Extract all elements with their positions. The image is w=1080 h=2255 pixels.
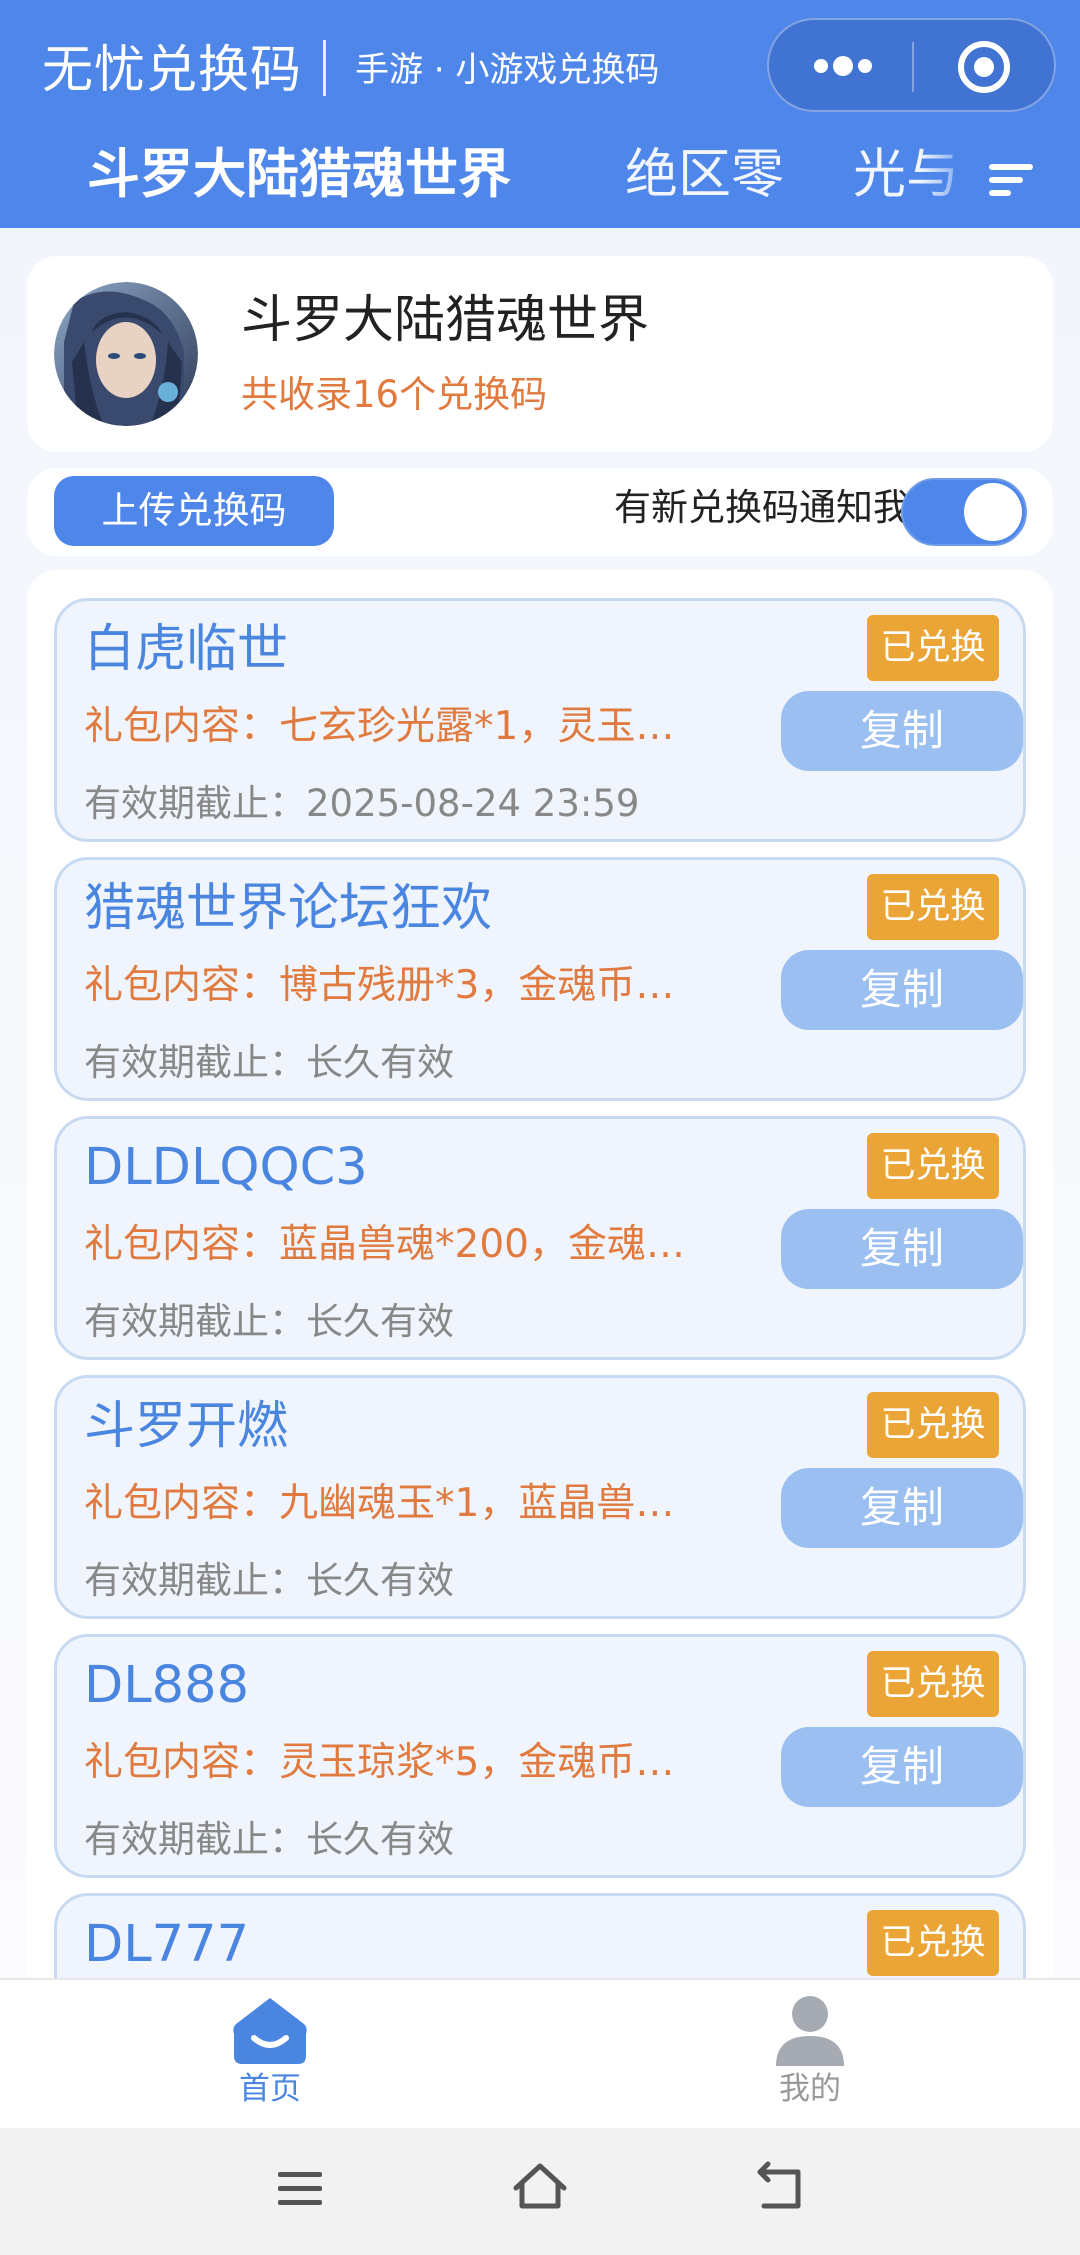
app-subtitle: 手游 · 小游戏兑换码: [355, 50, 660, 90]
menu-icon[interactable]: [270, 2158, 330, 2218]
code-name: 猎魂世界论坛狂欢: [84, 879, 493, 938]
mini-program-capsule: [767, 18, 1056, 112]
tab-game-2[interactable]: 绝区零: [625, 140, 784, 210]
nav-home[interactable]: 首页: [170, 1994, 370, 2114]
gift-content: 礼包内容：七玄珍光露*1，灵玉…: [84, 704, 675, 749]
nav-mine[interactable]: 我的: [710, 1994, 910, 2114]
code-list: 白虎临世 已兑换 礼包内容：七玄珍光露*1，灵玉… 复制 有效期截止：2025-…: [27, 570, 1053, 1980]
toggle-knob: [964, 483, 1022, 541]
code-card: DLDLQQC3 已兑换 礼包内容：蓝晶兽魂*200，金魂… 复制 有效期截止：…: [54, 1116, 1026, 1360]
back-icon[interactable]: [750, 2158, 810, 2218]
expiry-text: 有效期截止：长久有效: [84, 1559, 454, 1602]
expiry-text: 有效期截止：2025-08-24 23:59: [84, 782, 640, 825]
user-icon: [776, 1996, 844, 2066]
title-divider: [323, 40, 326, 96]
code-name: DL777: [84, 1915, 250, 1974]
code-card: DL777 已兑换: [54, 1893, 1026, 1980]
game-avatar: [54, 282, 198, 426]
copy-button[interactable]: 复制: [781, 1727, 1023, 1807]
copy-button[interactable]: 复制: [781, 950, 1023, 1030]
redeemed-badge: 已兑换: [867, 874, 999, 940]
code-card: DL888 已兑换 礼包内容：灵玉琼浆*5，金魂币… 复制 有效期截止：长久有效: [54, 1634, 1026, 1878]
expiry-text: 有效期截止：长久有效: [84, 1818, 454, 1861]
page: 无忧兑换码 手游 · 小游戏兑换码 斗罗大陆猎魂世界 绝区零 光与夜之恋: [0, 0, 1080, 2255]
redeemed-badge: 已兑换: [867, 1133, 999, 1199]
expiry-text: 有效期截止：长久有效: [84, 1300, 454, 1343]
gift-content: 礼包内容：灵玉琼浆*5，金魂币…: [84, 1740, 675, 1785]
capsule-divider: [912, 42, 914, 92]
home-outline-icon[interactable]: [510, 2158, 570, 2218]
redeemed-badge: 已兑换: [867, 1392, 999, 1458]
sort-lines-icon[interactable]: [989, 160, 1033, 200]
game-name: 斗罗大陆猎魂世界: [241, 291, 650, 350]
code-name: DL888: [84, 1656, 250, 1715]
notify-label: 有新兑换码通知我: [614, 486, 910, 529]
game-card: 斗罗大陆猎魂世界 共收录16个兑换码: [27, 256, 1053, 452]
bottom-nav: 首页 我的: [0, 1978, 1080, 2128]
code-name: DLDLQQC3: [84, 1138, 368, 1197]
system-nav-bar: [0, 2128, 1080, 2255]
expiry-text: 有效期截止：长久有效: [84, 1041, 454, 1084]
copy-button[interactable]: 复制: [781, 691, 1023, 771]
redeemed-badge: 已兑换: [867, 1910, 999, 1976]
header: 无忧兑换码 手游 · 小游戏兑换码 斗罗大陆猎魂世界 绝区零 光与夜之恋: [0, 0, 1080, 228]
home-icon: [233, 1998, 307, 2064]
nav-home-label: 首页: [239, 2071, 301, 2107]
code-name: 白虎临世: [84, 620, 289, 679]
action-bar: 上传兑换码 有新兑换码通知我: [27, 468, 1053, 556]
code-card: 白虎临世 已兑换 礼包内容：七玄珍光露*1，灵玉… 复制 有效期截止：2025-…: [54, 598, 1026, 842]
more-dots-icon[interactable]: [807, 44, 879, 88]
gift-content: 礼包内容：九幽魂玉*1，蓝晶兽…: [84, 1481, 675, 1526]
tab-fade: [920, 130, 980, 228]
game-tabs: 斗罗大陆猎魂世界 绝区零 光与夜之恋: [0, 130, 1080, 228]
redeemed-badge: 已兑换: [867, 1651, 999, 1717]
copy-button[interactable]: 复制: [781, 1468, 1023, 1548]
notify-toggle[interactable]: [901, 478, 1027, 546]
app-title: 无忧兑换码: [42, 41, 303, 100]
nav-mine-label: 我的: [779, 2071, 841, 2107]
gift-content: 礼包内容：蓝晶兽魂*200，金魂…: [84, 1222, 685, 1267]
record-icon[interactable]: [956, 39, 1012, 95]
code-card: 斗罗开燃 已兑换 礼包内容：九幽魂玉*1，蓝晶兽… 复制 有效期截止：长久有效: [54, 1375, 1026, 1619]
code-card: 猎魂世界论坛狂欢 已兑换 礼包内容：博古残册*3，金魂币… 复制 有效期截止：长…: [54, 857, 1026, 1101]
code-count: 共收录16个兑换码: [241, 373, 548, 416]
code-name: 斗罗开燃: [84, 1397, 289, 1456]
redeemed-badge: 已兑换: [867, 615, 999, 681]
copy-button[interactable]: 复制: [781, 1209, 1023, 1289]
gift-content: 礼包内容：博古残册*3，金魂币…: [84, 963, 675, 1008]
tab-game-1[interactable]: 斗罗大陆猎魂世界: [87, 140, 511, 210]
upload-code-button[interactable]: 上传兑换码: [54, 476, 334, 546]
